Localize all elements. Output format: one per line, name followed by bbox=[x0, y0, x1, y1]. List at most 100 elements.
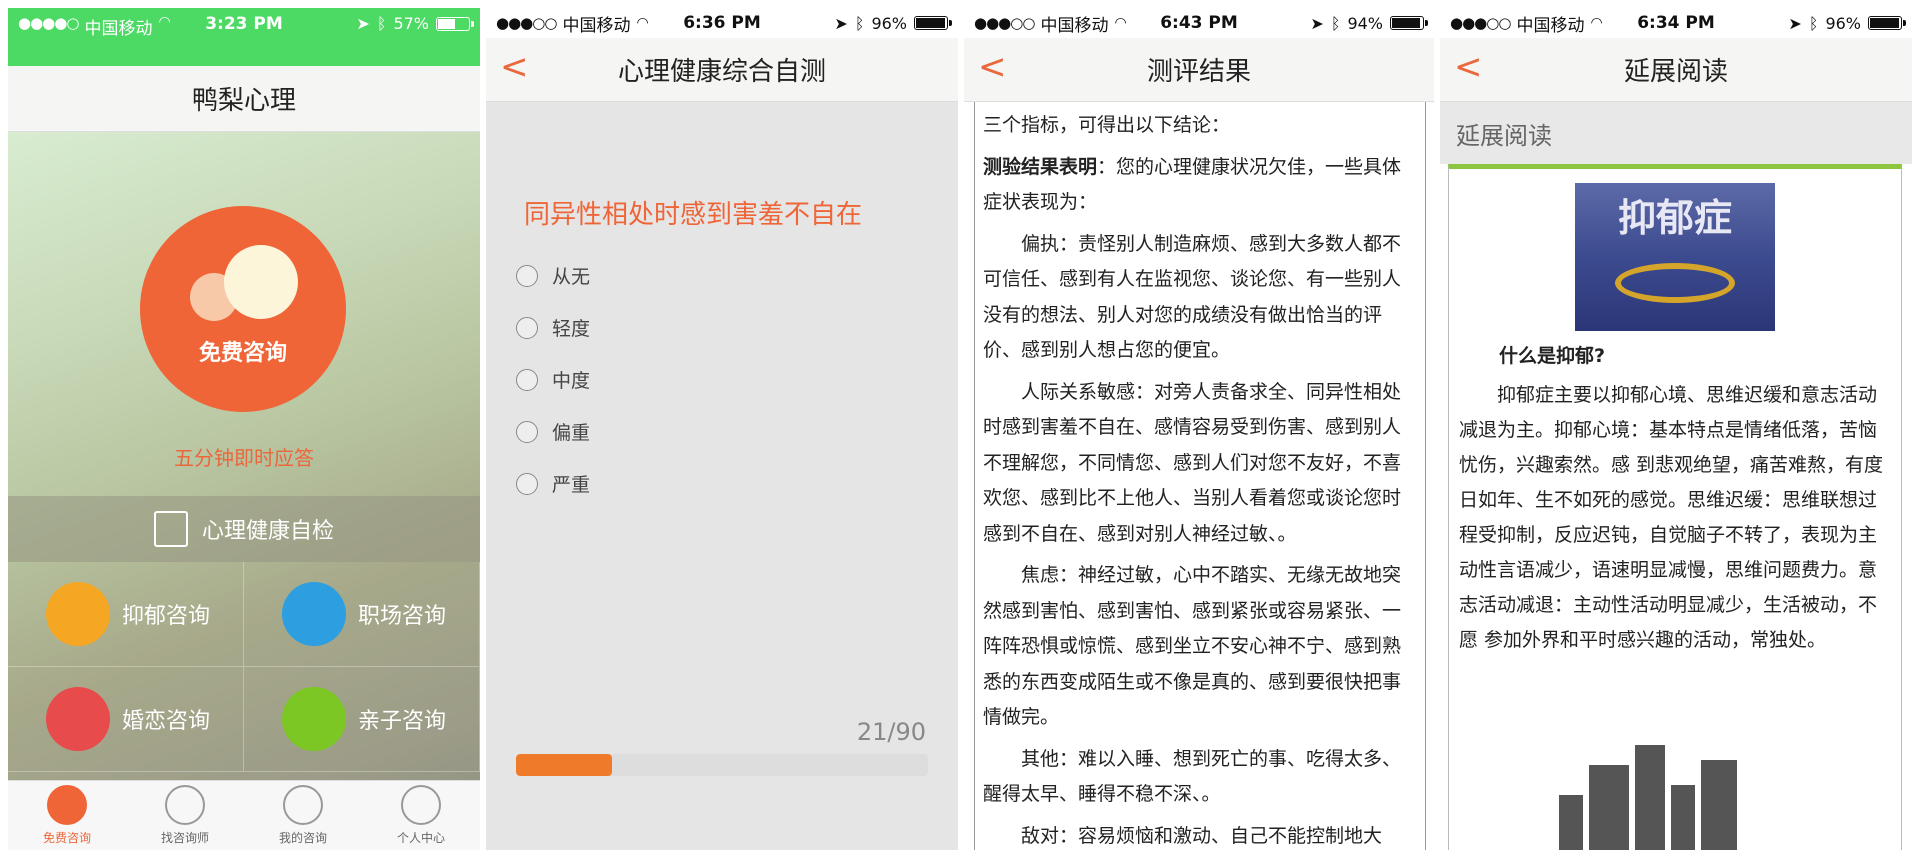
bluetooth-icon: ᛒ bbox=[376, 14, 387, 33]
search-icon bbox=[165, 785, 205, 825]
self-check-button[interactable]: 心理健康自检 bbox=[8, 496, 480, 562]
location-icon: ➤ bbox=[356, 14, 370, 33]
result-screen: ●●●○○ 中国移动 ◠ 6:43 PM ➤ ᛒ 94% < 测评结果 三个指标… bbox=[964, 8, 1434, 850]
page-title: 测评结果 bbox=[1146, 57, 1251, 87]
battery-percent: 57% bbox=[393, 14, 429, 33]
question-panel: 同异性相处时感到害羞不自在 从无 轻度 中度 偏重 严重 21/90 bbox=[486, 102, 958, 850]
progress-bar bbox=[516, 754, 928, 776]
progress-fill bbox=[516, 754, 613, 776]
location-icon: ➤ bbox=[1310, 13, 1324, 33]
clock-icon bbox=[283, 785, 323, 825]
battery-percent: 94% bbox=[1347, 13, 1383, 33]
tab-my-consults[interactable]: 我的咨询 bbox=[244, 781, 362, 850]
home-screen: ●●●●○ 中国移动 ◠ 3:23 PM ➤ ᛒ 57% 鸭梨心理 免费咨询 五… bbox=[8, 8, 480, 850]
signal-strength: ●●●●○ bbox=[18, 14, 79, 32]
result-article: 三个指标，可得出以下结论： 测验结果表明：您的心理健康状况欠佳，一些具体症状表现… bbox=[974, 102, 1426, 850]
option-label: 从无 bbox=[552, 266, 591, 288]
result-paragraph: 焦虑：神经过敏，心中不踏实、无缘无故地突然感到害怕、感到害怕、感到紧张或容易紧张… bbox=[983, 564, 1402, 728]
wifi-icon: ◠ bbox=[1114, 15, 1127, 31]
battery-icon bbox=[1390, 16, 1428, 30]
category-grid: 抑郁咨询 职场咨询 婚恋咨询 亲子咨询 bbox=[8, 562, 480, 772]
radio-icon bbox=[516, 264, 538, 287]
status-time: 6:43 PM bbox=[1160, 13, 1238, 33]
bluetooth-icon: ᛒ bbox=[1808, 13, 1819, 33]
back-button[interactable]: < bbox=[500, 50, 529, 84]
status-bar: ●●●○○ 中国移动 ◠ 6:34 PM ➤ ᛒ 96% bbox=[1440, 8, 1912, 38]
category-depression[interactable]: 抑郁咨询 bbox=[8, 562, 244, 667]
location-icon: ➤ bbox=[834, 13, 848, 33]
tab-label: 免费咨询 bbox=[42, 831, 91, 845]
tab-free-consult[interactable]: 免费咨询 bbox=[8, 781, 126, 850]
category-label: 职场咨询 bbox=[358, 604, 447, 629]
category-relationship[interactable]: 婚恋咨询 bbox=[8, 667, 244, 772]
page-title: 延展阅读 bbox=[1623, 57, 1728, 87]
signal-strength: ●●●○○ bbox=[974, 14, 1035, 32]
nav-bar: < 心理健康综合自测 bbox=[486, 38, 958, 102]
hero-subtitle: 五分钟即时应答 bbox=[174, 446, 314, 470]
tab-find-counselor[interactable]: 找咨询师 bbox=[126, 781, 244, 850]
category-parenting[interactable]: 亲子咨询 bbox=[244, 667, 480, 772]
status-time: 6:36 PM bbox=[683, 13, 761, 33]
option-label: 中度 bbox=[552, 370, 591, 392]
location-icon: ➤ bbox=[1788, 13, 1802, 33]
article-heading: 什么是抑郁? bbox=[1499, 345, 1606, 367]
result-paragraph: 其他：难以入睡、想到死亡的事、吃得太多、醒得太早、睡得不稳不深、。 bbox=[983, 747, 1402, 806]
briefcase-icon bbox=[282, 582, 346, 646]
radio-icon bbox=[516, 420, 538, 443]
option-severe-ish[interactable]: 偏重 bbox=[516, 418, 590, 445]
wifi-icon: ◠ bbox=[636, 15, 649, 31]
nav-bar: 鸭梨心理 bbox=[8, 66, 480, 132]
chat-bubbles-icon bbox=[188, 239, 298, 329]
signal-strength: ●●●○○ bbox=[496, 14, 557, 32]
back-button[interactable]: < bbox=[978, 50, 1007, 84]
reading-screen: ●●●○○ 中国移动 ◠ 6:34 PM ➤ ᛒ 96% < 延展阅读 延展阅读… bbox=[1440, 8, 1912, 850]
wifi-icon: ◠ bbox=[158, 14, 171, 30]
radio-icon bbox=[516, 472, 538, 495]
carrier-label: 中国移动 bbox=[1516, 15, 1585, 36]
battery-icon bbox=[436, 16, 474, 31]
bag-icon bbox=[282, 687, 346, 751]
result-paragraph: 敌对：容易烦恼和激动、自己不能控制地大 bbox=[1021, 824, 1383, 847]
tab-label: 个人中心 bbox=[396, 831, 445, 845]
tab-profile[interactable]: 个人中心 bbox=[362, 781, 480, 850]
intro-line: 三个指标，可得出以下结论： bbox=[983, 114, 1231, 136]
battery-percent: 96% bbox=[1825, 13, 1861, 33]
option-mild[interactable]: 轻度 bbox=[516, 314, 590, 341]
reading-article: 抑郁症 什么是抑郁? 抑郁症主要以抑郁心境、思维迟缓和意志活动减退为主。抑郁心境… bbox=[1448, 164, 1902, 850]
result-summary: 测验结果表明：您的心理健康状况欠佳，一些具体症状表现为： bbox=[983, 150, 1417, 221]
option-label: 轻度 bbox=[552, 318, 591, 340]
status-bar: ●●●○○ 中国移动 ◠ 6:43 PM ➤ ᛒ 94% bbox=[964, 8, 1434, 38]
free-consult-button[interactable]: 免费咨询 bbox=[140, 206, 346, 412]
category-label: 亲子咨询 bbox=[358, 709, 447, 734]
category-workplace[interactable]: 职场咨询 bbox=[244, 562, 480, 667]
page-title: 鸭梨心理 bbox=[191, 86, 296, 116]
category-label: 婚恋咨询 bbox=[122, 709, 211, 734]
option-severe[interactable]: 严重 bbox=[516, 470, 590, 497]
question-text: 同异性相处时感到害羞不自在 bbox=[524, 200, 863, 230]
heart-icon bbox=[46, 582, 110, 646]
radio-icon bbox=[516, 316, 538, 339]
category-label: 抑郁咨询 bbox=[122, 604, 211, 629]
tab-label: 我的咨询 bbox=[278, 831, 327, 845]
chat-bubble-icon bbox=[47, 785, 87, 825]
option-label: 严重 bbox=[552, 474, 591, 496]
depression-illustration: 抑郁症 bbox=[1575, 183, 1775, 331]
status-time: 3:23 PM bbox=[205, 14, 283, 34]
sad-man-illustration bbox=[1559, 729, 1779, 850]
option-none[interactable]: 从无 bbox=[516, 262, 590, 289]
bluetooth-icon: ᛒ bbox=[854, 13, 865, 33]
back-button[interactable]: < bbox=[1454, 50, 1483, 84]
option-label: 偏重 bbox=[552, 422, 591, 444]
progress-counter: 21/90 bbox=[856, 718, 926, 746]
person-icon bbox=[401, 785, 441, 825]
illustration-caption: 抑郁症 bbox=[1617, 196, 1732, 240]
status-bar: ●●●○○ 中国移动 ◠ 6:36 PM ➤ ᛒ 96% bbox=[486, 8, 958, 38]
nav-bar: < 测评结果 bbox=[964, 38, 1434, 102]
status-time: 6:34 PM bbox=[1637, 13, 1715, 33]
option-moderate[interactable]: 中度 bbox=[516, 366, 590, 393]
hero-panel: 免费咨询 五分钟即时应答 心理健康自检 抑郁咨询 职场咨询 婚恋咨询 亲子咨询 bbox=[8, 132, 480, 850]
page-title: 心理健康综合自测 bbox=[617, 57, 826, 87]
wifi-icon: ◠ bbox=[1590, 15, 1603, 31]
tab-label: 找咨询师 bbox=[160, 831, 209, 845]
free-consult-label: 免费咨询 bbox=[198, 341, 287, 366]
